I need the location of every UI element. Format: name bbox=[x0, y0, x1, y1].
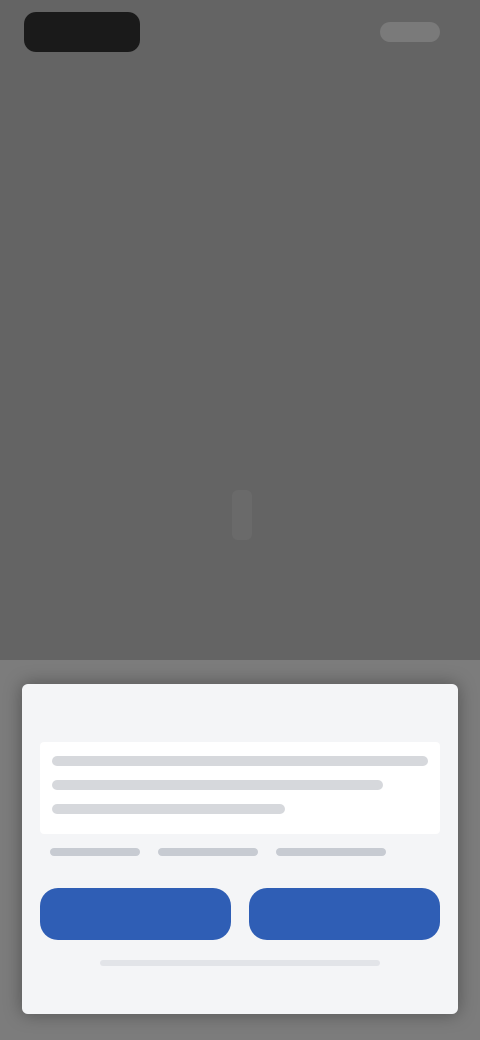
dialog-footer-text bbox=[100, 960, 380, 966]
dialog-body bbox=[40, 742, 440, 834]
app-logo-icon[interactable] bbox=[24, 12, 140, 52]
dialog-title bbox=[58, 704, 440, 726]
dialog-link[interactable] bbox=[276, 848, 386, 856]
consent-dialog bbox=[22, 684, 458, 1014]
top-bar bbox=[0, 0, 480, 64]
dialog-link[interactable] bbox=[50, 848, 140, 856]
body-text-line bbox=[52, 804, 286, 814]
top-right-control[interactable] bbox=[380, 22, 440, 42]
body-text-line bbox=[52, 756, 428, 766]
dialog-links bbox=[50, 848, 440, 864]
dialog-primary-button-right[interactable] bbox=[249, 888, 440, 940]
body-text-line bbox=[52, 780, 383, 790]
app-screen bbox=[0, 0, 480, 1040]
dialog-primary-button-left[interactable] bbox=[40, 888, 231, 940]
faint-content-mark bbox=[232, 490, 252, 540]
dialog-link[interactable] bbox=[158, 848, 258, 856]
dialog-button-row bbox=[40, 888, 440, 940]
